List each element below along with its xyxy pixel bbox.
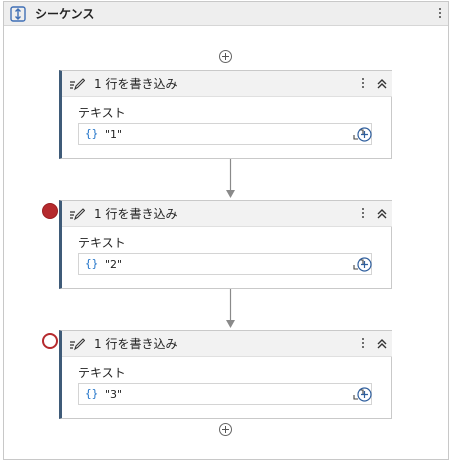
text-value: "1": [105, 128, 123, 141]
expression-icon: {}: [85, 127, 99, 140]
activity-write-line-3[interactable]: 1 行を書き込み テキスト {} "3": [59, 330, 392, 419]
breakpoint-disabled-icon[interactable]: [42, 333, 58, 349]
write-line-icon: [70, 338, 85, 351]
breakpoint-enabled-icon[interactable]: [42, 203, 58, 219]
write-line-icon: [70, 208, 85, 221]
activity-header[interactable]: 1 行を書き込み: [62, 201, 392, 227]
activity-title: 1 行を書き込み: [94, 337, 178, 351]
text-input[interactable]: {} "2": [78, 253, 372, 275]
activity-menu-icon[interactable]: [358, 206, 368, 222]
sequence-container: シーケンス 1 行を書き込み テキスト {} "1" 1 行を書き込み テキスト…: [3, 1, 449, 460]
text-field-label: テキスト: [78, 236, 126, 250]
add-variable-icon[interactable]: [357, 127, 372, 142]
collapse-icon[interactable]: [376, 208, 388, 220]
text-value: "2": [105, 258, 123, 271]
sequence-title: シーケンス: [35, 7, 95, 21]
flow-connector-arrow: [226, 159, 235, 198]
write-line-icon: [70, 78, 85, 91]
flow-connector-arrow: [226, 289, 235, 328]
text-input[interactable]: {} "3": [78, 383, 372, 405]
activity-title: 1 行を書き込み: [94, 207, 178, 221]
sequence-menu-icon[interactable]: [435, 6, 445, 22]
activity-menu-icon[interactable]: [358, 76, 368, 92]
activity-menu-icon[interactable]: [358, 336, 368, 352]
sequence-icon: [10, 6, 26, 22]
text-field-label: テキスト: [78, 366, 126, 380]
add-activity-bottom-icon[interactable]: [219, 423, 232, 436]
activity-write-line-2[interactable]: 1 行を書き込み テキスト {} "2": [59, 200, 392, 289]
sequence-header[interactable]: シーケンス: [4, 2, 448, 26]
collapse-icon[interactable]: [376, 338, 388, 350]
text-input[interactable]: {} "1": [78, 123, 372, 145]
expression-icon: {}: [85, 257, 99, 270]
text-field-label: テキスト: [78, 106, 126, 120]
add-variable-icon[interactable]: [357, 257, 372, 272]
activity-write-line-1[interactable]: 1 行を書き込み テキスト {} "1": [59, 70, 392, 159]
expression-icon: {}: [85, 387, 99, 400]
collapse-icon[interactable]: [376, 78, 388, 90]
add-variable-icon[interactable]: [357, 387, 372, 402]
activity-header[interactable]: 1 行を書き込み: [62, 71, 392, 97]
add-activity-top-icon[interactable]: [219, 50, 232, 63]
activity-title: 1 行を書き込み: [94, 77, 178, 91]
activity-header[interactable]: 1 行を書き込み: [62, 331, 392, 357]
text-value: "3": [105, 388, 123, 401]
